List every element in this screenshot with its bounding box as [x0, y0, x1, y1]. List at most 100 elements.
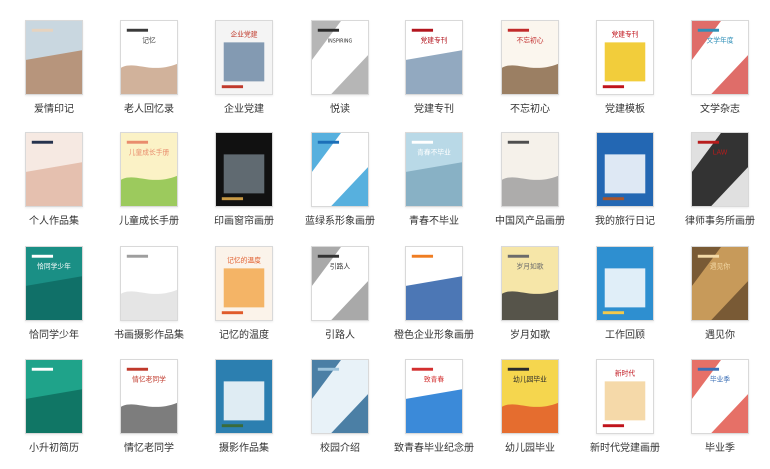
template-cover-thumbnail[interactable] — [311, 359, 369, 434]
template-label[interactable]: 情忆老同学 — [101, 439, 197, 454]
template-card[interactable]: 橙色企业形象画册 — [386, 246, 482, 356]
template-card[interactable]: 儿童成长手册 儿童成长手册 — [101, 132, 197, 242]
template-card[interactable]: 遇见你 遇见你 — [672, 246, 768, 356]
template-card[interactable]: 党建专刊 党建专刊 — [386, 20, 482, 130]
template-card[interactable]: 校园介绍 — [292, 359, 388, 469]
template-cover-thumbnail[interactable] — [215, 132, 273, 207]
template-label[interactable]: 摄影作品集 — [196, 439, 292, 454]
template-label[interactable]: 儿童成长手册 — [101, 212, 197, 227]
template-cover-thumbnail[interactable]: 岁月如歌 — [501, 246, 559, 321]
template-cover-thumbnail[interactable] — [596, 132, 654, 207]
template-cover-thumbnail[interactable] — [25, 359, 83, 434]
template-cover-thumbnail[interactable] — [25, 20, 83, 95]
template-label[interactable]: 恰同学少年 — [6, 326, 102, 341]
template-card[interactable]: INSPIRING 悦读 — [292, 20, 388, 130]
cover-title-text: 情忆老同学 — [132, 374, 166, 383]
template-card[interactable]: LAW 律师事务所画册 — [672, 132, 768, 242]
template-cover-thumbnail[interactable]: 致青春 — [405, 359, 463, 434]
template-cover-thumbnail[interactable]: 记忆 — [120, 20, 178, 95]
template-cover-thumbnail[interactable]: 恰同学少年 — [25, 246, 83, 321]
template-cover-thumbnail[interactable]: 引路人 — [311, 246, 369, 321]
template-card[interactable]: 党建专刊 党建模板 — [577, 20, 673, 130]
template-card[interactable]: 文学年度 文学杂志 — [672, 20, 768, 130]
template-card[interactable]: 恰同学少年 恰同学少年 — [6, 246, 102, 356]
template-label[interactable]: 毕业季 — [672, 439, 768, 454]
template-cover-thumbnail[interactable]: 党建专刊 — [596, 20, 654, 95]
template-card[interactable]: 记忆的温度 记忆的温度 — [196, 246, 292, 356]
template-cover-thumbnail[interactable]: 幼儿园毕业 — [501, 359, 559, 434]
template-card[interactable]: 中国风产品画册 — [482, 132, 578, 242]
template-label[interactable]: 不忘初心 — [482, 100, 578, 115]
cover-title-text: 遇见你 — [710, 261, 730, 270]
template-cover-thumbnail[interactable]: 情忆老同学 — [120, 359, 178, 434]
template-card[interactable]: 情忆老同学 情忆老同学 — [101, 359, 197, 469]
template-cover-thumbnail[interactable]: 记忆的温度 — [215, 246, 273, 321]
template-cover-thumbnail[interactable] — [25, 132, 83, 207]
template-label[interactable]: 校园介绍 — [292, 439, 388, 454]
template-card[interactable]: 引路人 引路人 — [292, 246, 388, 356]
template-label[interactable]: 幼儿园毕业 — [482, 439, 578, 454]
template-cover-thumbnail[interactable] — [596, 246, 654, 321]
template-card[interactable]: 岁月如歌 岁月如歌 — [482, 246, 578, 356]
template-card[interactable]: 蓝绿系形象画册 — [292, 132, 388, 242]
template-cover-thumbnail[interactable]: 党建专刊 — [405, 20, 463, 95]
template-label[interactable]: 爱情印记 — [6, 100, 102, 115]
template-card[interactable]: 新时代新时代党建画册 — [577, 359, 673, 469]
template-card[interactable]: 书画摄影作品集 — [101, 246, 197, 356]
template-card[interactable]: 爱情印记 — [6, 20, 102, 130]
template-card[interactable]: 个人作品集 — [6, 132, 102, 242]
template-label[interactable]: 新时代党建画册 — [577, 439, 673, 454]
template-card[interactable]: 我的旅行日记 — [577, 132, 673, 242]
cover-title-text: 文学年度 — [707, 35, 734, 44]
template-cover-thumbnail[interactable] — [405, 246, 463, 321]
template-card[interactable]: 印画窗帘画册 — [196, 132, 292, 242]
template-cover-thumbnail[interactable] — [215, 359, 273, 434]
template-card[interactable]: 致青春致青春毕业纪念册 — [386, 359, 482, 469]
template-label[interactable]: 引路人 — [292, 326, 388, 341]
template-label[interactable]: 我的旅行日记 — [577, 212, 673, 227]
template-label[interactable]: 遇见你 — [672, 326, 768, 341]
template-cover-thumbnail[interactable]: 毕业季 — [691, 359, 749, 434]
template-label[interactable]: 致青春毕业纪念册 — [386, 439, 482, 454]
template-label[interactable]: 文学杂志 — [672, 100, 768, 115]
template-label[interactable]: 橙色企业形象画册 — [386, 326, 482, 341]
template-cover-thumbnail[interactable] — [120, 246, 178, 321]
template-label[interactable]: 党建专刊 — [386, 100, 482, 115]
template-label[interactable]: 悦读 — [292, 100, 388, 115]
template-cover-thumbnail[interactable]: 企业党建 — [215, 20, 273, 95]
template-label[interactable]: 记忆的温度 — [196, 326, 292, 341]
template-card[interactable]: 企业党建 企业党建 — [196, 20, 292, 130]
template-label[interactable]: 企业党建 — [196, 100, 292, 115]
template-label[interactable]: 工作回顾 — [577, 326, 673, 341]
template-cover-thumbnail[interactable] — [501, 132, 559, 207]
template-cover-thumbnail[interactable]: 新时代 — [596, 359, 654, 434]
template-card[interactable]: 工作回顾 — [577, 246, 673, 356]
template-cover-thumbnail[interactable]: 文学年度 — [691, 20, 749, 95]
template-cover-thumbnail[interactable]: INSPIRING — [311, 20, 369, 95]
template-label[interactable]: 个人作品集 — [6, 212, 102, 227]
template-label[interactable]: 岁月如歌 — [482, 326, 578, 341]
template-cover-thumbnail[interactable]: 青春不毕业 — [405, 132, 463, 207]
template-card[interactable]: 小升初简历 — [6, 359, 102, 469]
template-label[interactable]: 小升初简历 — [6, 439, 102, 454]
template-card[interactable]: 毕业季 毕业季 — [672, 359, 768, 469]
template-cover-thumbnail[interactable] — [311, 132, 369, 207]
template-label[interactable]: 老人回忆录 — [101, 100, 197, 115]
template-label[interactable]: 青春不毕业 — [386, 212, 482, 227]
template-cover-thumbnail[interactable]: 儿童成长手册 — [120, 132, 178, 207]
cover-image-block — [502, 402, 558, 433]
template-label[interactable]: 律师事务所画册 — [672, 212, 768, 227]
template-cover-thumbnail[interactable]: 遇见你 — [691, 246, 749, 321]
template-cover-thumbnail[interactable]: LAW — [691, 132, 749, 207]
template-card[interactable]: 幼儿园毕业 幼儿园毕业 — [482, 359, 578, 469]
template-label[interactable]: 中国风产品画册 — [482, 212, 578, 227]
template-label[interactable]: 蓝绿系形象画册 — [292, 212, 388, 227]
template-card[interactable]: 摄影作品集 — [196, 359, 292, 469]
template-card[interactable]: 青春不毕业 青春不毕业 — [386, 132, 482, 242]
template-cover-thumbnail[interactable]: 不忘初心 — [501, 20, 559, 95]
template-card[interactable]: 记忆 老人回忆录 — [101, 20, 197, 130]
template-card[interactable]: 不忘初心 不忘初心 — [482, 20, 578, 130]
template-label[interactable]: 书画摄影作品集 — [101, 326, 197, 341]
template-label[interactable]: 印画窗帘画册 — [196, 212, 292, 227]
template-label[interactable]: 党建模板 — [577, 100, 673, 115]
